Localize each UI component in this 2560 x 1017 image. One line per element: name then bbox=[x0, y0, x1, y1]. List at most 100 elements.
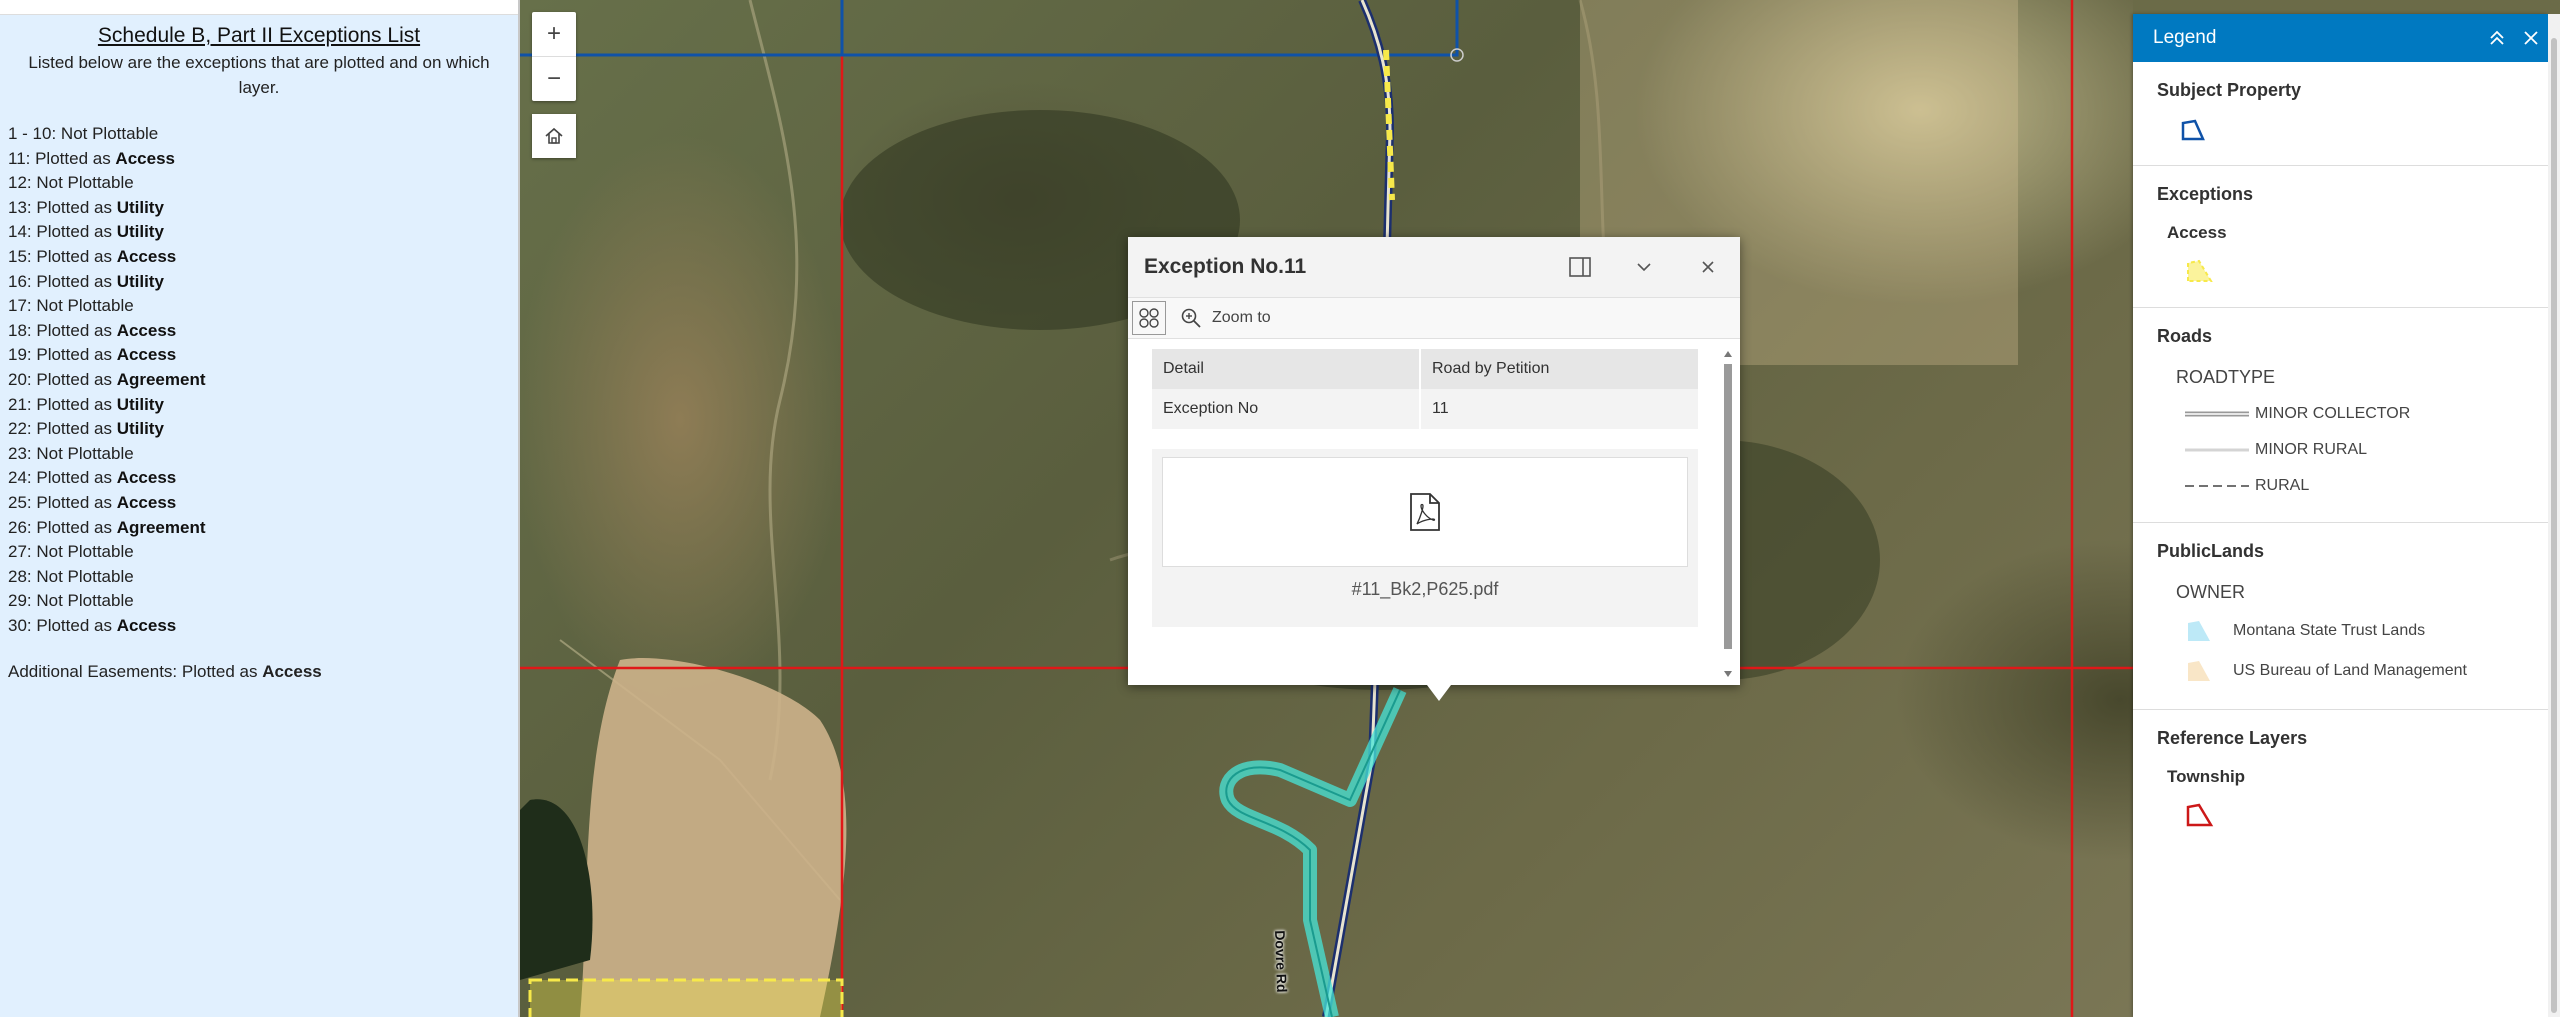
exception-layer: Access bbox=[116, 320, 177, 340]
close-popup-button[interactable] bbox=[1676, 237, 1740, 297]
exception-text: 11: Plotted as bbox=[8, 148, 116, 168]
minor-rural-line-icon bbox=[2185, 448, 2249, 452]
legend-section-exceptions: Exceptions Access bbox=[2133, 166, 2548, 308]
attachment-filename[interactable]: #11_Bk2,P625.pdf bbox=[1152, 579, 1698, 600]
collapse-legend-button[interactable] bbox=[2480, 30, 2514, 46]
popup-pointer bbox=[1427, 685, 1451, 701]
exception-row: 21: Plotted as Utility bbox=[8, 393, 518, 418]
access-polygon bbox=[528, 978, 844, 1017]
exception-layer: Access bbox=[116, 246, 177, 266]
zoom-out-button[interactable]: − bbox=[532, 56, 576, 101]
exception-text: 28: Not Plottable bbox=[8, 566, 134, 586]
exceptions-list: 1 - 10: Not Plottable 11: Plotted as Acce… bbox=[0, 122, 518, 638]
legend-item-label: Montana State Trust Lands bbox=[2233, 622, 2426, 639]
exception-layer: Access bbox=[116, 468, 177, 488]
feature-popup: Exception No.11 Zoom to Detail Road by P… bbox=[1128, 237, 1740, 701]
legend-section-public-lands: PublicLands OWNER Montana State Trust La… bbox=[2133, 523, 2548, 710]
exceptions-title: Schedule B, Part II Exceptions List bbox=[97, 24, 421, 47]
pdf-icon bbox=[1410, 493, 1440, 531]
zoom-in-button[interactable]: + bbox=[532, 12, 576, 56]
exception-row: 17: Not Plottable bbox=[8, 294, 518, 319]
collapse-button[interactable] bbox=[1612, 237, 1676, 297]
exception-layer: Access bbox=[116, 492, 177, 512]
state-trust-swatch-icon bbox=[2188, 621, 2210, 641]
field-value: Road by Petition bbox=[1420, 349, 1698, 389]
subject-property-symbol bbox=[2179, 117, 2548, 147]
exception-text: 16: Plotted as bbox=[8, 271, 117, 291]
exception-layer: Agreement bbox=[116, 369, 206, 389]
exception-row: 19: Plotted as Access bbox=[8, 343, 518, 368]
legend-layer-title: Roads bbox=[2157, 326, 2213, 346]
exception-layer: Agreement bbox=[116, 517, 206, 537]
feature-menu-button[interactable] bbox=[1132, 301, 1166, 335]
exception-row: 13: Plotted as Utility bbox=[8, 196, 518, 221]
home-icon bbox=[545, 127, 563, 144]
exception-layer: Utility bbox=[116, 222, 164, 242]
exception-text: 26: Plotted as bbox=[8, 517, 117, 537]
legend-header: Legend bbox=[2133, 14, 2548, 62]
legend-item-label: RURAL bbox=[2255, 477, 2310, 494]
popup-scrollbar[interactable] bbox=[1722, 349, 1734, 679]
exception-text: 27: Not Plottable bbox=[8, 542, 134, 562]
zoom-to-action[interactable]: Zoom to bbox=[1180, 307, 1271, 329]
additional-easements: Additional Easements: Plotted as Access bbox=[0, 662, 518, 682]
exception-row: 24: Plotted as Access bbox=[8, 466, 518, 491]
field-label: Exception No bbox=[1152, 389, 1421, 429]
legend-field-name: ROADTYPE bbox=[2176, 367, 2276, 387]
exception-text: 15: Plotted as bbox=[8, 246, 117, 266]
exception-text: 18: Plotted as bbox=[8, 320, 117, 340]
attachment-preview[interactable] bbox=[1162, 457, 1688, 567]
exception-row: 14: Plotted as Utility bbox=[8, 220, 518, 245]
exception-row: 28: Not Plottable bbox=[8, 565, 518, 590]
additional-easements-prefix: Additional Easements: Plotted as bbox=[8, 662, 263, 682]
attachment-card[interactable]: #11_Bk2,P625.pdf bbox=[1152, 449, 1698, 627]
exception-row: 26: Plotted as Agreement bbox=[8, 516, 518, 541]
exception-layer: Access bbox=[116, 345, 177, 365]
legend-layer-title: PublicLands bbox=[2157, 541, 2265, 561]
easement-highlight bbox=[1219, 687, 1407, 1017]
legend-layer-title: Subject Property bbox=[2157, 80, 2302, 100]
field-value: 11 bbox=[1420, 389, 1698, 429]
legend-layer-title: Exceptions bbox=[2157, 184, 2254, 204]
legend-item-label: US Bureau of Land Management bbox=[2233, 662, 2467, 679]
exception-row: 20: Plotted as Agreement bbox=[8, 368, 518, 393]
exception-text: 29: Not Plottable bbox=[8, 591, 134, 611]
close-icon bbox=[2524, 31, 2538, 45]
dock-button[interactable] bbox=[1548, 237, 1612, 297]
exception-text: 17: Not Plottable bbox=[8, 296, 134, 316]
legend-section-subject-property: Subject Property bbox=[2133, 62, 2548, 166]
exception-text: 21: Plotted as bbox=[8, 394, 117, 414]
zoom-controls: + − bbox=[532, 12, 576, 101]
exception-row: 23: Not Plottable bbox=[8, 442, 518, 467]
table-row: Detail Road by Petition bbox=[1152, 349, 1698, 389]
zoom-to-label: Zoom to bbox=[1212, 309, 1271, 326]
exceptions-subtitle: Listed below are the exceptions that are… bbox=[28, 53, 490, 97]
legend-item: MINOR RURAL bbox=[2157, 432, 2548, 468]
legend-layer-title: Reference Layers bbox=[2157, 728, 2308, 748]
double-chevron-up-icon bbox=[2490, 30, 2504, 45]
dock-icon bbox=[1569, 257, 1591, 277]
exception-row: 11: Plotted as Access bbox=[8, 147, 518, 172]
pond bbox=[520, 799, 593, 980]
grid-icon bbox=[1139, 308, 1159, 328]
legend-scroll-thumb[interactable] bbox=[2551, 38, 2557, 1013]
home-button[interactable] bbox=[532, 114, 576, 158]
field-area bbox=[580, 658, 847, 1017]
legend-scrollbar[interactable] bbox=[2548, 14, 2560, 1017]
attribute-table: Detail Road by Petition Exception No 11 bbox=[1152, 349, 1698, 429]
zoom-to-icon bbox=[1181, 308, 1201, 328]
exception-row: 25: Plotted as Access bbox=[8, 491, 518, 516]
access-polygon-icon bbox=[2187, 259, 2213, 282]
exception-row: 30: Plotted as Access bbox=[8, 614, 518, 639]
legend-item: MINOR COLLECTOR bbox=[2157, 396, 2548, 432]
exception-row: 18: Plotted as Access bbox=[8, 319, 518, 344]
popup-title: Exception No.11 bbox=[1144, 255, 1307, 278]
close-legend-button[interactable] bbox=[2514, 30, 2548, 46]
polygon-outline-icon bbox=[2181, 119, 2205, 141]
chevron-down-icon bbox=[1637, 263, 1651, 272]
close-icon bbox=[1702, 261, 1714, 273]
blm-swatch-icon bbox=[2188, 661, 2210, 681]
exception-row: 15: Plotted as Access bbox=[8, 245, 518, 270]
exception-layer: Access bbox=[116, 615, 177, 635]
exception-text: 20: Plotted as bbox=[8, 369, 117, 389]
